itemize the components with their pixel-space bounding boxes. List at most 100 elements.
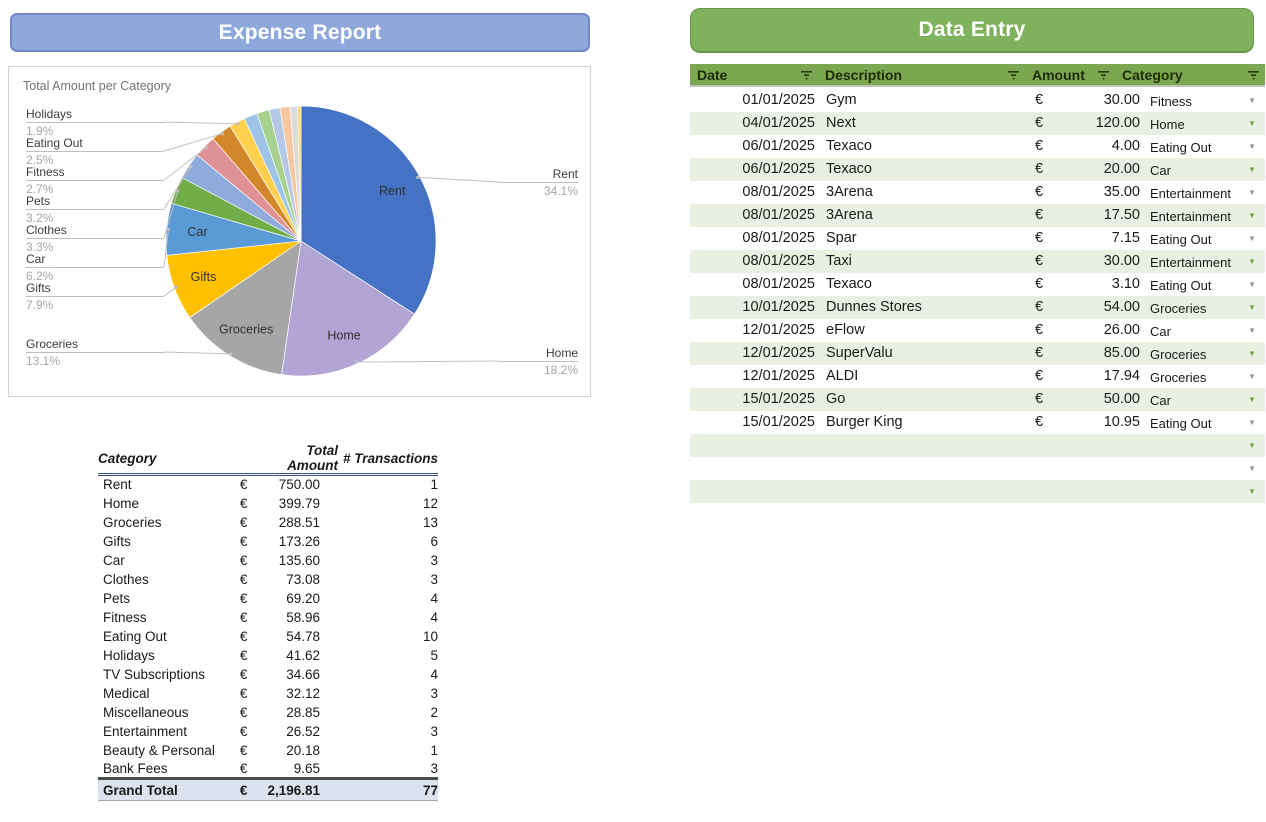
description-cell[interactable]: Texaco: [826, 276, 872, 292]
column-header-date: Date: [690, 64, 818, 85]
category-cell[interactable]: Eating Out: [1150, 140, 1211, 155]
chevron-down-icon[interactable]: ▼: [1248, 326, 1256, 335]
description-cell[interactable]: Gym: [826, 92, 857, 108]
amount-cell[interactable]: 7.15: [1050, 230, 1140, 246]
date-cell[interactable]: 08/01/2025: [690, 276, 815, 292]
summary-transactions-cell: 13: [320, 513, 438, 532]
category-cell[interactable]: Eating Out: [1150, 416, 1211, 431]
description-cell[interactable]: eFlow: [826, 322, 865, 338]
chevron-down-icon[interactable]: ▼: [1248, 441, 1256, 450]
date-cell[interactable]: 06/01/2025: [690, 138, 815, 154]
amount-cell[interactable]: 3.10: [1050, 276, 1140, 292]
category-cell[interactable]: Car: [1150, 324, 1171, 339]
amount-cell[interactable]: 120.00: [1050, 115, 1140, 131]
chevron-down-icon[interactable]: ▼: [1248, 119, 1256, 128]
amount-cell[interactable]: 54.00: [1050, 299, 1140, 315]
filter-icon[interactable]: [801, 70, 812, 80]
chevron-down-icon[interactable]: ▼: [1248, 257, 1256, 266]
pie-inner-label: Car: [187, 225, 207, 239]
chevron-down-icon[interactable]: ▼: [1248, 211, 1256, 220]
chevron-down-icon[interactable]: ▼: [1248, 395, 1256, 404]
chevron-down-icon[interactable]: ▼: [1248, 464, 1256, 473]
amount-cell[interactable]: 30.00: [1050, 253, 1140, 269]
date-cell[interactable]: 12/01/2025: [690, 368, 815, 384]
description-cell[interactable]: Texaco: [826, 138, 872, 154]
category-cell[interactable]: Groceries: [1150, 301, 1206, 316]
description-cell[interactable]: SuperValu: [826, 345, 893, 361]
currency-symbol: €: [1035, 345, 1043, 361]
description-cell[interactable]: 3Arena: [826, 207, 873, 223]
currency-symbol: €: [240, 760, 268, 779]
chevron-down-icon[interactable]: ▼: [1248, 234, 1256, 243]
amount-cell[interactable]: 10.95: [1050, 414, 1140, 430]
leader-dot: [175, 286, 178, 289]
amount-cell[interactable]: 17.50: [1050, 207, 1140, 223]
description-cell[interactable]: Taxi: [826, 253, 852, 269]
summary-transactions-cell: 1: [320, 741, 438, 760]
amount-cell[interactable]: 35.00: [1050, 184, 1140, 200]
chevron-down-icon[interactable]: ▼: [1248, 487, 1256, 496]
description-cell[interactable]: Spar: [826, 230, 857, 246]
description-cell[interactable]: Next: [826, 115, 856, 131]
date-cell[interactable]: 06/01/2025: [690, 161, 815, 177]
description-cell[interactable]: Dunnes Stores: [826, 299, 922, 315]
date-cell[interactable]: 04/01/2025: [690, 115, 815, 131]
description-cell[interactable]: Burger King: [826, 414, 903, 430]
amount-cell[interactable]: 30.00: [1050, 92, 1140, 108]
date-cell[interactable]: 01/01/2025: [690, 92, 815, 108]
amount-cell[interactable]: 85.00: [1050, 345, 1140, 361]
chevron-down-icon[interactable]: ▼: [1248, 418, 1256, 427]
chevron-down-icon[interactable]: ▼: [1248, 96, 1256, 105]
amount-cell[interactable]: 4.00: [1050, 138, 1140, 154]
pie-inner-label: Home: [327, 329, 360, 343]
description-cell[interactable]: 3Arena: [826, 184, 873, 200]
summary-amount-cell: 750.00: [268, 475, 321, 494]
category-cell[interactable]: Entertainment: [1150, 186, 1231, 201]
chevron-down-icon[interactable]: ▼: [1248, 142, 1256, 151]
category-cell[interactable]: Groceries: [1150, 347, 1206, 362]
chevron-down-icon[interactable]: ▼: [1248, 188, 1256, 197]
date-cell[interactable]: 15/01/2025: [690, 414, 815, 430]
amount-cell[interactable]: 50.00: [1050, 391, 1140, 407]
category-cell[interactable]: Eating Out: [1150, 232, 1211, 247]
chevron-down-icon[interactable]: ▼: [1248, 280, 1256, 289]
description-cell[interactable]: Texaco: [826, 161, 872, 177]
leader-dot: [221, 132, 224, 135]
date-cell[interactable]: 10/01/2025: [690, 299, 815, 315]
date-cell[interactable]: 08/01/2025: [690, 184, 815, 200]
category-cell[interactable]: Home: [1150, 117, 1185, 132]
amount-cell[interactable]: 17.94: [1050, 368, 1140, 384]
date-cell[interactable]: 08/01/2025: [690, 207, 815, 223]
table-row: 15/01/2025Burger King€10.95Eating Out▼: [690, 411, 1265, 434]
amount-cell[interactable]: 26.00: [1050, 322, 1140, 338]
expense-report-title: Expense Report: [219, 21, 382, 45]
category-cell[interactable]: Entertainment: [1150, 209, 1231, 224]
date-cell[interactable]: 12/01/2025: [690, 322, 815, 338]
category-cell[interactable]: Fitness: [1150, 94, 1192, 109]
filter-icon[interactable]: [1248, 70, 1259, 80]
chevron-down-icon[interactable]: ▼: [1248, 349, 1256, 358]
summary-row: Holidays€41.625: [98, 646, 438, 665]
description-cell[interactable]: ALDI: [826, 368, 858, 384]
date-cell[interactable]: 08/01/2025: [690, 253, 815, 269]
filter-icon[interactable]: [1098, 70, 1109, 80]
leader-dot: [236, 122, 239, 125]
summary-header-row: Category Total Amount # Transactions: [98, 443, 438, 475]
pie-inner-label: Gifts: [191, 270, 217, 284]
category-cell[interactable]: Entertainment: [1150, 255, 1231, 270]
description-cell[interactable]: Go: [826, 391, 845, 407]
chevron-down-icon[interactable]: ▼: [1248, 165, 1256, 174]
filter-icon[interactable]: [1008, 70, 1019, 80]
category-cell[interactable]: Car: [1150, 393, 1171, 408]
chevron-down-icon[interactable]: ▼: [1248, 372, 1256, 381]
date-cell[interactable]: 15/01/2025: [690, 391, 815, 407]
date-cell[interactable]: 08/01/2025: [690, 230, 815, 246]
currency-symbol: €: [1035, 276, 1043, 292]
category-cell[interactable]: Car: [1150, 163, 1171, 178]
category-cell[interactable]: Eating Out: [1150, 278, 1211, 293]
summary-amount-cell: 288.51: [268, 513, 321, 532]
category-cell[interactable]: Groceries: [1150, 370, 1206, 385]
chevron-down-icon[interactable]: ▼: [1248, 303, 1256, 312]
date-cell[interactable]: 12/01/2025: [690, 345, 815, 361]
amount-cell[interactable]: 20.00: [1050, 161, 1140, 177]
